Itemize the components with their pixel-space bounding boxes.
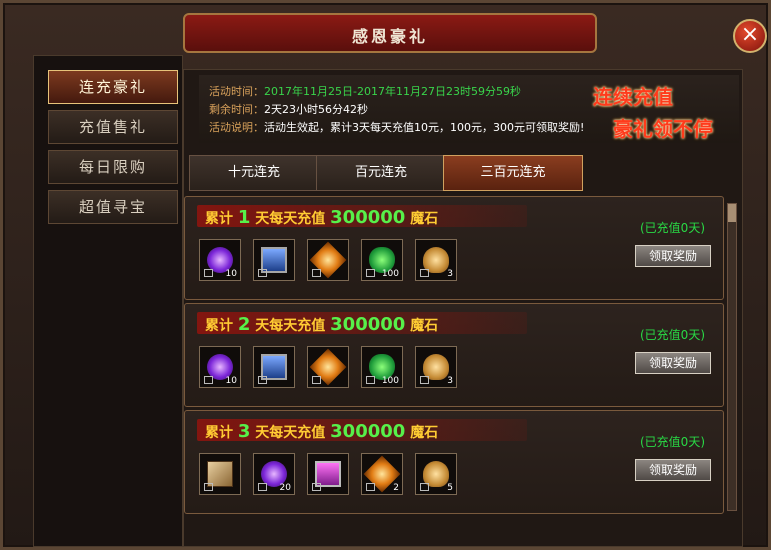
gold-bag-icon[interactable]: 5 bbox=[415, 453, 457, 495]
item-count: 10 bbox=[225, 376, 237, 386]
blue-chest-icon[interactable] bbox=[253, 346, 295, 388]
remaining-time-line: 剩余时间：2天23小时56分42秒 bbox=[209, 101, 368, 117]
scroll-card-icon[interactable] bbox=[199, 453, 241, 495]
clover-icon[interactable]: 100 bbox=[361, 239, 403, 281]
fire-crystal-icon[interactable] bbox=[307, 239, 349, 281]
event-time-line: 活动时间：2017年11月25日-2017年11月27日23时59分59秒 bbox=[209, 83, 521, 99]
requirement-suffix: 魔石 bbox=[410, 425, 439, 441]
purple-chest-icon[interactable] bbox=[307, 453, 349, 495]
claim-reward-button[interactable]: 领取奖励 bbox=[635, 459, 711, 481]
close-button[interactable]: × bbox=[733, 19, 767, 53]
event-desc-value: 活动生效起，累计3天每天充值10元，100元，300元可领取奖励! bbox=[264, 121, 585, 134]
sidebar-item-label: 连充豪礼 bbox=[78, 78, 147, 96]
clover-icon[interactable]: 100 bbox=[361, 346, 403, 388]
item-count: 3 bbox=[447, 269, 453, 279]
slogan-line-1: 连续充值 bbox=[593, 85, 673, 109]
sidebar-item-label: 超值寻宝 bbox=[78, 198, 147, 216]
requirement-days: 2 bbox=[237, 314, 251, 335]
requirement-middle: 天每天充值 bbox=[255, 211, 326, 227]
sidebar-item-continuous-recharge[interactable]: 连充豪礼 bbox=[48, 70, 178, 104]
fire-crystal-icon[interactable] bbox=[307, 346, 349, 388]
blue-chest-icon[interactable] bbox=[253, 239, 295, 281]
item-count: 100 bbox=[381, 376, 399, 386]
event-time-label: 活动时间： bbox=[209, 85, 264, 98]
event-desc-label: 活动说明： bbox=[209, 121, 264, 134]
recharge-status: (已充值0天) bbox=[640, 328, 705, 342]
close-icon: × bbox=[740, 22, 760, 47]
reward-scrollbar[interactable] bbox=[727, 203, 737, 511]
recharge-status: (已充值0天) bbox=[640, 435, 705, 449]
claim-reward-button[interactable]: 领取奖励 bbox=[635, 245, 711, 267]
tab-label: 十元连充 bbox=[227, 165, 280, 180]
reward-panel-1: 累计 1 天每天充值 300000 魔石 (已充值0天) 领取奖励 10 100… bbox=[184, 196, 724, 300]
requirement-amount: 300000 bbox=[330, 207, 406, 228]
requirement-prefix: 累计 bbox=[205, 318, 233, 334]
item-count: 2 bbox=[393, 483, 399, 493]
purple-orb-icon[interactable]: 10 bbox=[199, 346, 241, 388]
purple-orb-icon[interactable]: 20 bbox=[253, 453, 295, 495]
tab-three-hundred-yuan[interactable]: 三百元连充 bbox=[443, 155, 583, 191]
sidebar-item-recharge-sale[interactable]: 充值售礼 bbox=[48, 110, 178, 144]
requirement-days: 3 bbox=[237, 421, 251, 442]
event-time-value: 2017年11月25日-2017年11月27日23时59分59秒 bbox=[264, 85, 521, 98]
requirement-banner: 累计 1 天每天充值 300000 魔石 bbox=[197, 205, 527, 228]
requirement-amount: 300000 bbox=[330, 421, 406, 442]
sidebar-item-label: 充值售礼 bbox=[78, 118, 147, 136]
item-count: 10 bbox=[225, 269, 237, 279]
requirement-amount: 300000 bbox=[330, 314, 406, 335]
gold-bag-icon[interactable]: 3 bbox=[415, 346, 457, 388]
requirement-prefix: 累计 bbox=[205, 425, 233, 441]
reward-panel-2: 累计 2 天每天充值 300000 魔石 (已充值0天) 领取奖励 10 100… bbox=[184, 303, 724, 407]
requirement-prefix: 累计 bbox=[205, 211, 233, 227]
item-count: 20 bbox=[279, 483, 291, 493]
tab-hundred-yuan[interactable]: 百元连充 bbox=[316, 155, 446, 191]
purple-orb-icon[interactable]: 10 bbox=[199, 239, 241, 281]
sidebar-item-label: 每日限购 bbox=[78, 158, 147, 176]
remaining-time-label: 剩余时间： bbox=[209, 103, 264, 116]
event-desc-line: 活动说明：活动生效起，累计3天每天充值10元，100元，300元可领取奖励! bbox=[209, 119, 584, 135]
reward-panel-3: 累计 3 天每天充值 300000 魔石 (已充值0天) 领取奖励 20 2 5 bbox=[184, 410, 724, 514]
recharge-tabs: 十元连充 百元连充 三百元连充 bbox=[189, 155, 619, 191]
slogan-line-2: 豪礼领不停 bbox=[613, 117, 713, 141]
scrollbar-thumb[interactable] bbox=[728, 204, 736, 222]
tab-label: 百元连充 bbox=[354, 165, 407, 180]
requirement-middle: 天每天充值 bbox=[255, 425, 326, 441]
sidebar-item-treasure-hunt[interactable]: 超值寻宝 bbox=[48, 190, 178, 224]
tab-label: 三百元连充 bbox=[480, 165, 546, 180]
event-window: 感恩豪礼 × 连充豪礼 充值售礼 每日限购 超值寻宝 活动时间：2017年11月… bbox=[0, 0, 771, 550]
sidebar-item-daily-limit[interactable]: 每日限购 bbox=[48, 150, 178, 184]
item-count: 100 bbox=[381, 269, 399, 279]
requirement-days: 1 bbox=[237, 207, 251, 228]
fire-crystal-icon[interactable]: 2 bbox=[361, 453, 403, 495]
claim-reward-button[interactable]: 领取奖励 bbox=[635, 352, 711, 374]
tab-ten-yuan[interactable]: 十元连充 bbox=[189, 155, 319, 191]
window-title: 感恩豪礼 bbox=[351, 27, 428, 46]
requirement-suffix: 魔石 bbox=[410, 318, 439, 334]
item-count: 3 bbox=[447, 376, 453, 386]
requirement-suffix: 魔石 bbox=[410, 211, 439, 227]
title-bar: 感恩豪礼 bbox=[183, 13, 597, 53]
remaining-time-value: 2天23小时56分42秒 bbox=[264, 103, 368, 116]
item-count: 5 bbox=[447, 483, 453, 493]
recharge-status: (已充值0天) bbox=[640, 221, 705, 235]
requirement-banner: 累计 3 天每天充值 300000 魔石 bbox=[197, 419, 527, 442]
sidebar: 连充豪礼 充值售礼 每日限购 超值寻宝 bbox=[33, 55, 183, 547]
gold-bag-icon[interactable]: 3 bbox=[415, 239, 457, 281]
requirement-banner: 累计 2 天每天充值 300000 魔石 bbox=[197, 312, 527, 335]
requirement-middle: 天每天充值 bbox=[255, 318, 326, 334]
